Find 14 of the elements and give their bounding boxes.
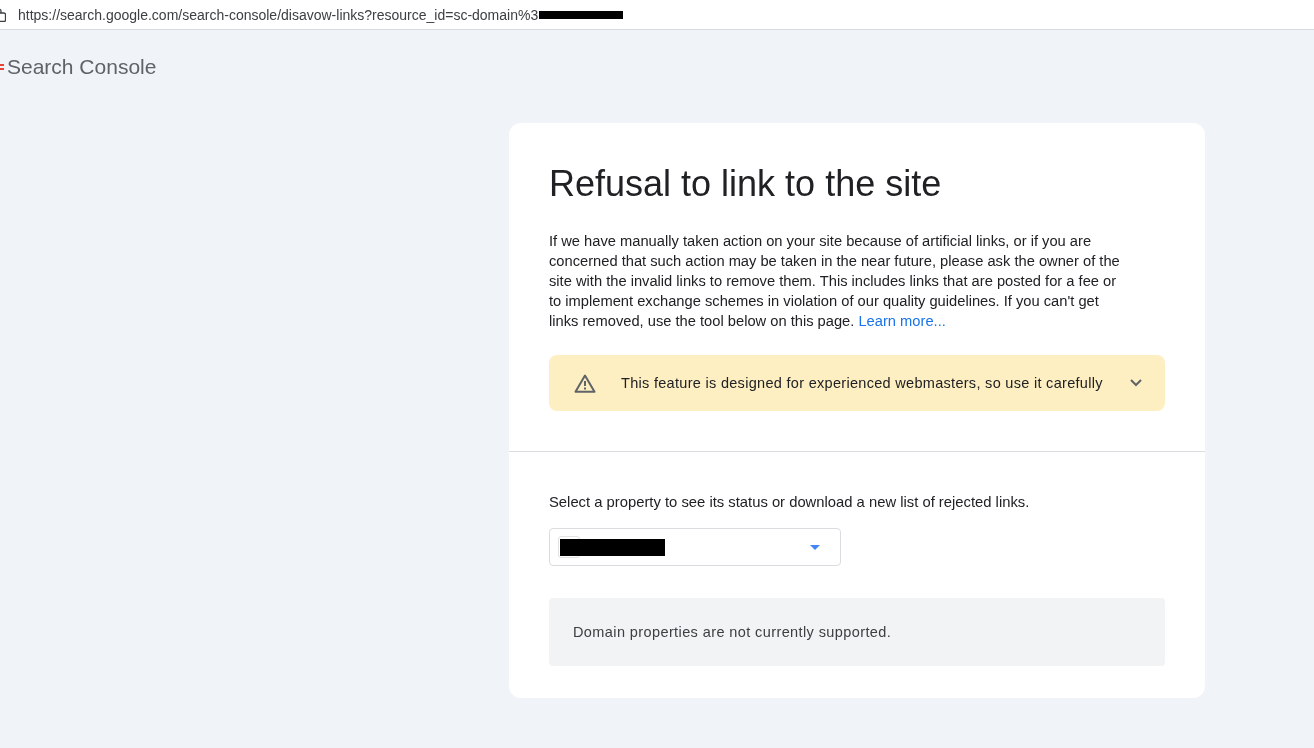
warning-banner[interactable]: This feature is designed for experienced webmasters, so use it carefully bbox=[549, 355, 1165, 411]
chevron-icon[interactable] bbox=[1130, 379, 1142, 387]
warning-icon bbox=[574, 373, 596, 393]
app-title: Search Console bbox=[7, 55, 157, 79]
property-label: Select a property to see its status or download a new list of rejected links. bbox=[549, 493, 1031, 512]
warning-text: This feature is designed for experienced webmasters, so use it carefully bbox=[621, 375, 1104, 391]
lock-icon bbox=[0, 7, 6, 22]
dropdown-arrow-icon bbox=[810, 544, 820, 550]
property-dropdown[interactable] bbox=[549, 528, 841, 566]
notice-text: Domain properties are not currently supported. bbox=[573, 624, 892, 640]
page-title: Refusal to link to the site bbox=[549, 162, 943, 206]
intro-paragraph: If we have manually taken action on your site because of artificial links, or if you are concerned that such action may be taken in the near future, please ask the owner of the site with the invalid links to remove them. This includes links that are posted for a fee or to implement exchange schemes in violation of our quality guidelines. If you can't get links removed, use the tool below on this page. Learn more... bbox=[549, 232, 1121, 331]
logo-icon bbox=[0, 61, 4, 73]
learn-more-link[interactable]: Learn more... bbox=[858, 313, 946, 329]
